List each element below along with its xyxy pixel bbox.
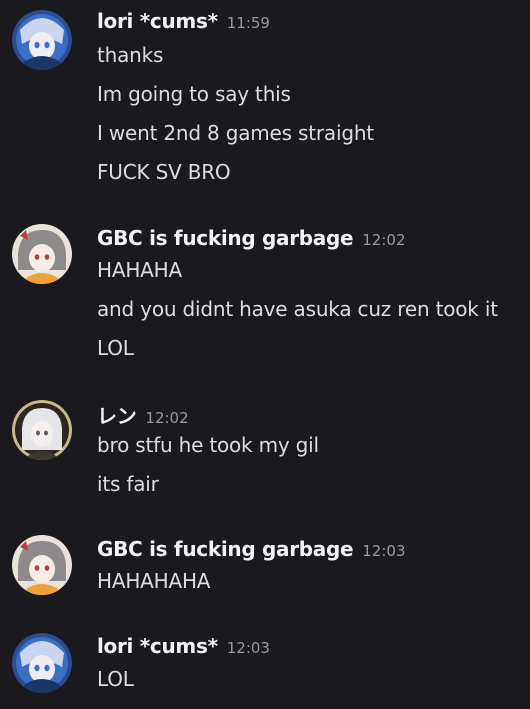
timestamp[interactable]: 12:03: [227, 639, 270, 657]
message-header: GBC is fucking garbage 12:03: [97, 537, 406, 561]
timestamp[interactable]: 12:02: [145, 409, 188, 427]
username[interactable]: GBC is fucking garbage: [97, 537, 354, 561]
username[interactable]: GBC is fucking garbage: [97, 226, 354, 250]
message-text: LOL: [97, 667, 134, 691]
avatar[interactable]: [12, 633, 72, 693]
message-text: FUCK SV BRO: [97, 160, 231, 184]
message-text: its fair: [97, 472, 159, 496]
avatar[interactable]: [12, 224, 72, 284]
timestamp[interactable]: 12:03: [362, 542, 405, 560]
message-text: HAHAHAHA: [97, 569, 211, 593]
message-text: thanks: [97, 43, 164, 67]
message-text: Im going to say this: [97, 82, 291, 106]
timestamp[interactable]: 11:59: [227, 14, 270, 32]
message-header: GBC is fucking garbage 12:02: [97, 226, 406, 250]
username[interactable]: lori *cums*: [97, 634, 218, 658]
message-header: lori *cums* 11:59: [97, 9, 270, 33]
username[interactable]: レン: [97, 404, 137, 428]
message-text: LOL: [97, 336, 134, 360]
message-header: レン 12:02: [97, 400, 189, 429]
message-text: I went 2nd 8 games straight: [97, 121, 374, 145]
username[interactable]: lori *cums*: [97, 9, 218, 33]
message-header: lori *cums* 12:03: [97, 634, 270, 658]
avatar[interactable]: [12, 400, 72, 460]
timestamp[interactable]: 12:02: [362, 231, 405, 249]
avatar[interactable]: [12, 535, 72, 595]
message-text: HAHAHA: [97, 258, 182, 282]
message-text: and you didnt have asuka cuz ren took it: [97, 297, 498, 321]
avatar[interactable]: [12, 10, 72, 70]
message-text: bro stfu he took my gil: [97, 433, 319, 457]
